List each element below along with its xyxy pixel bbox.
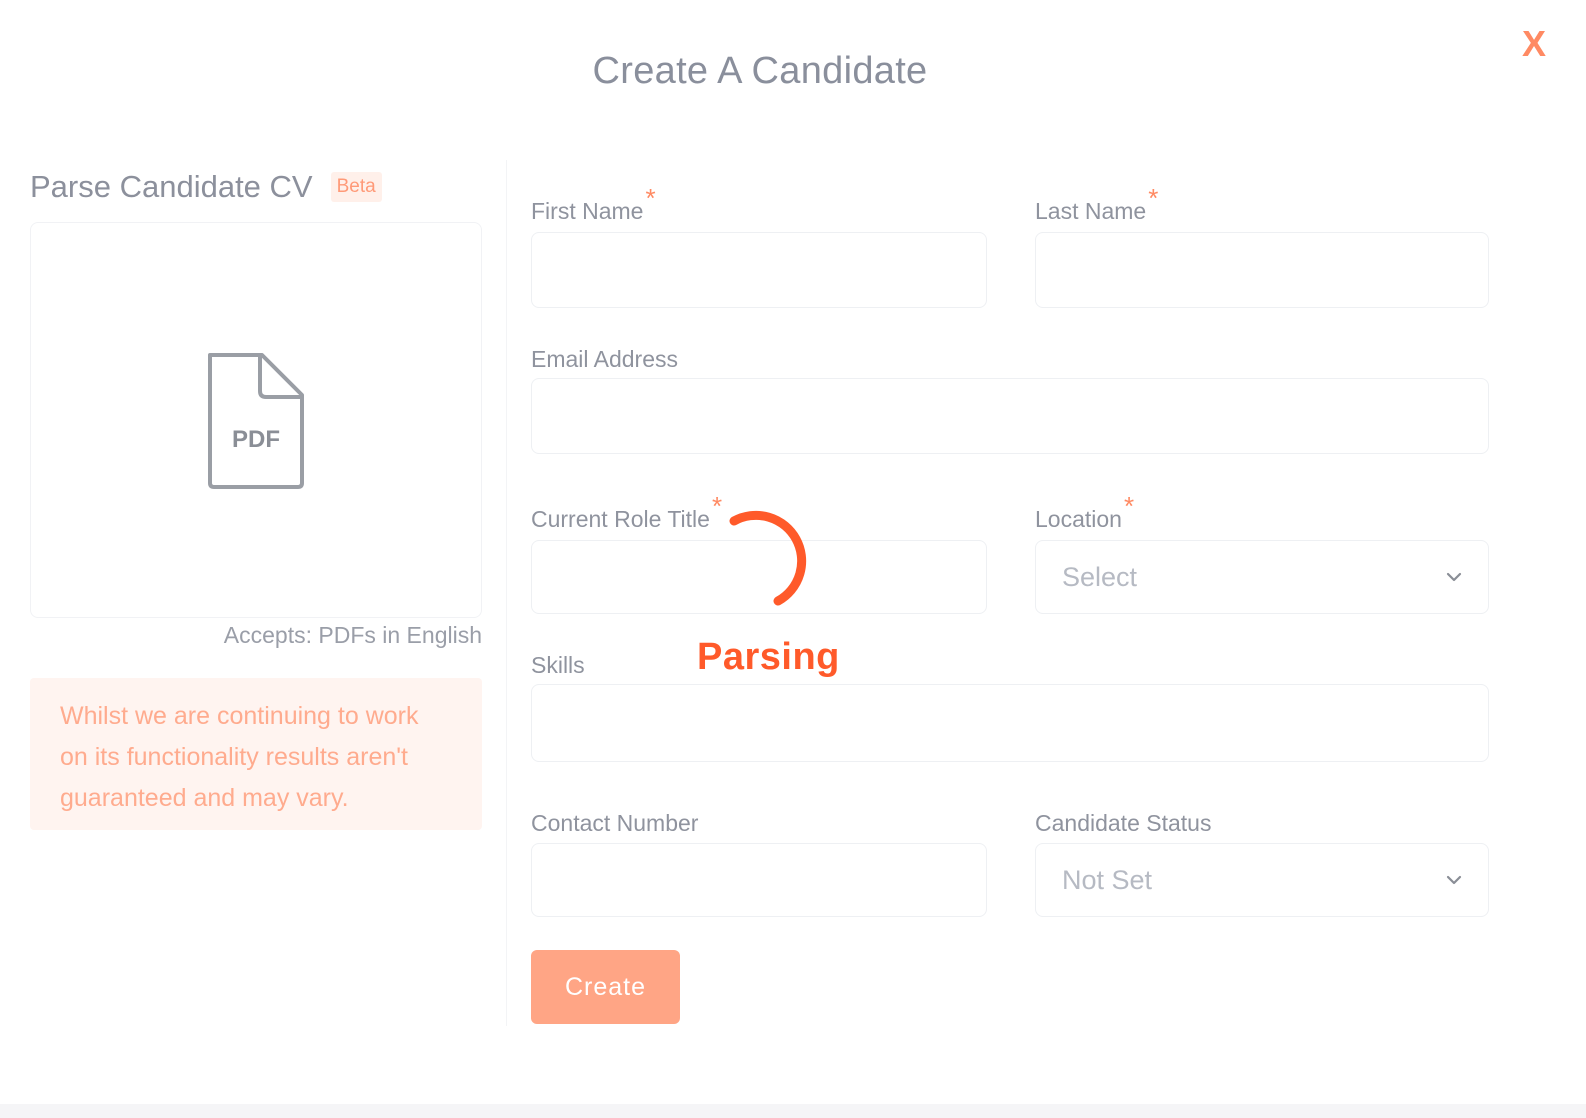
email-input[interactable] [532,379,1488,453]
accepted-formats: Accepts: PDFs in English [223,622,482,648]
create-button[interactable]: Create [531,950,680,1024]
contact-number-label: Contact Number [531,810,699,836]
pdf-file-icon: PDF [208,353,304,489]
skills-label: Skills [531,652,585,678]
panel-divider [506,160,507,1026]
required-asterisk: * [645,183,656,213]
parse-cv-header: Parse Candidate CV Beta [30,160,482,214]
close-icon[interactable]: X [1514,24,1554,64]
chevron-down-icon [1446,875,1462,885]
beta-badge: Beta [330,172,382,202]
required-asterisk: * [1123,491,1135,521]
candidate-status-selected: Not Set [1062,864,1153,895]
first-name-label: First Name* [531,183,656,224]
first-name-input[interactable] [532,233,986,307]
create-candidate-modal: Create A Candidate X Parse Candidate CV … [0,0,1586,1118]
candidate-status-label: Candidate Status [1035,810,1212,836]
current-role-label: Current Role Title* [531,491,723,532]
parse-cv-title: Parse Candidate CV [30,169,313,204]
skills-field[interactable] [531,684,1489,762]
first-name-field[interactable] [531,232,987,308]
beta-notice: Whilst we are continuing to work on its … [30,678,482,830]
candidate-status-select[interactable]: Not Set [1035,843,1489,917]
spinner-icon [729,510,807,606]
contact-number-field[interactable] [531,843,987,917]
required-asterisk: * [1148,183,1159,213]
contact-number-input[interactable] [532,844,986,916]
chevron-down-icon [1446,572,1462,582]
parsing-status: Parsing [697,636,840,678]
skills-input[interactable] [532,685,1488,761]
location-selected: Select [1062,561,1138,592]
email-label: Email Address [531,346,679,372]
pdf-icon-label: PDF [232,426,280,453]
last-name-label: Last Name* [1035,183,1159,224]
last-name-input[interactable] [1036,233,1488,307]
last-name-field[interactable] [1035,232,1489,308]
cv-dropzone[interactable]: PDF [30,222,482,618]
location-select[interactable]: Select [1035,540,1489,614]
parse-cv-panel: Parse Candidate CV Beta PDF Accepts: PDF… [30,160,482,830]
modal-bottom-edge [0,1104,1586,1118]
modal-title: Create A Candidate [592,50,928,92]
email-field[interactable] [531,378,1489,454]
location-label: Location* [1035,491,1135,532]
